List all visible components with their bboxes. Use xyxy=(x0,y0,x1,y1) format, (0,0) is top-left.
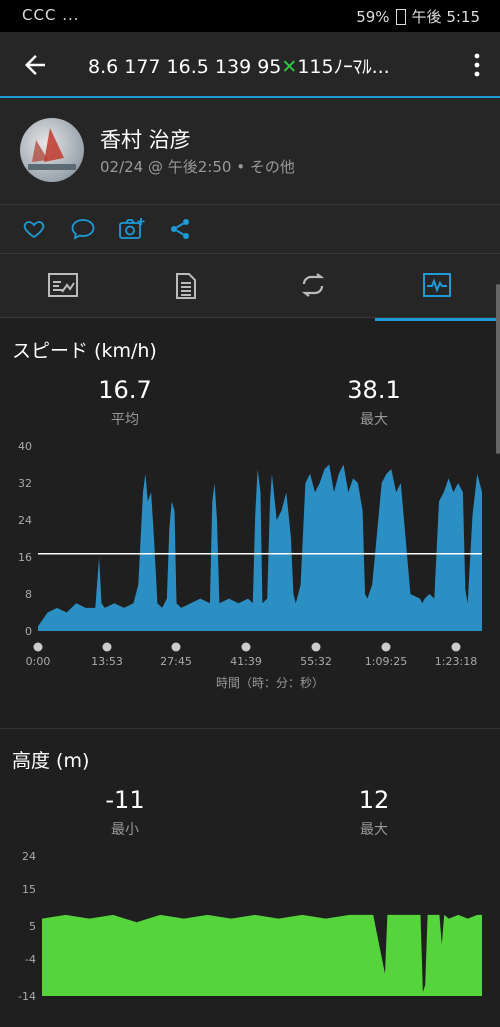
battery-icon xyxy=(395,8,406,25)
speed-area-series xyxy=(38,464,482,631)
speed-x-tick-dot xyxy=(451,642,461,652)
status-bar: ССС ... 59% 午後 5:15 xyxy=(0,0,500,32)
speed-y-tick-label: 16 xyxy=(18,551,32,564)
charts-icon xyxy=(423,273,451,297)
speed-x-tick-label: 13:53 xyxy=(91,655,123,668)
altitude-chart[interactable]: -14 -4 5 15 24 xyxy=(0,846,500,1016)
back-arrow-icon[interactable] xyxy=(20,50,50,80)
speed-x-axis-label: 時間（時：分：秒） xyxy=(216,676,324,690)
speed-max-value: 38.1 xyxy=(347,376,401,404)
speed-max-label: 最大 xyxy=(360,412,388,428)
speed-x-tick-dot xyxy=(33,642,43,652)
speed-x-tick-dot xyxy=(381,642,391,652)
speed-x-tick-label: 1:23:18 xyxy=(435,655,477,668)
altitude-area-series xyxy=(42,914,482,996)
more-vert-icon[interactable] xyxy=(472,50,482,80)
speed-title: スピード (km/h) xyxy=(12,340,157,362)
speed-x-tick-dot xyxy=(241,642,251,652)
title-name: 115ﾉｰﾏﾙ... xyxy=(297,56,390,78)
share-icon[interactable] xyxy=(168,217,192,241)
windsurf-photo-icon xyxy=(28,128,76,170)
status-right: 59% 午後 5:15 xyxy=(356,6,480,27)
laps-loop-icon xyxy=(301,273,325,297)
section-divider xyxy=(0,728,500,729)
athlete-name[interactable]: 香村 治彦 xyxy=(100,124,191,154)
altitude-max-label: 最大 xyxy=(360,822,388,838)
tab-bar xyxy=(0,254,500,321)
speed-x-tick-dot xyxy=(311,642,321,652)
stats-document-icon xyxy=(176,273,196,299)
speed-x-tick-label: 0:00 xyxy=(26,655,51,668)
altitude-y-tick-label: 5 xyxy=(29,920,36,933)
speed-y-tick-label: 40 xyxy=(18,440,32,453)
speed-avg-value: 16.7 xyxy=(98,376,152,404)
social-bar xyxy=(0,205,500,254)
scrollbar[interactable] xyxy=(496,284,500,454)
app-bar: 8.6 177 16.5 139 95✕115ﾉｰﾏﾙ... xyxy=(0,32,500,98)
status-time: 午後 5:15 xyxy=(411,8,480,26)
altitude-min-value: -11 xyxy=(105,786,145,814)
tab-laps[interactable] xyxy=(250,254,375,318)
altitude-min-label: 最小 xyxy=(111,822,139,838)
like-heart-icon[interactable] xyxy=(22,217,46,241)
activity-header: 香村 治彦 02/24 @ 午後2:50 • その他 xyxy=(0,98,500,205)
altitude-y-tick-label: -14 xyxy=(18,990,36,1003)
tab-charts[interactable] xyxy=(375,254,500,321)
comment-icon[interactable] xyxy=(70,217,96,241)
speed-x-tick-dot xyxy=(171,642,181,652)
speed-avg-label: 平均 xyxy=(111,412,139,428)
speed-x-tick-label: 1:09:25 xyxy=(365,655,407,668)
speed-x-tick-label: 55:32 xyxy=(300,655,332,668)
altitude-y-tick-label: 15 xyxy=(22,883,36,896)
title-metrics: 8.6 177 16.5 139 95 xyxy=(88,56,282,78)
avatar[interactable] xyxy=(20,118,84,182)
speed-y-tick-label: 32 xyxy=(18,477,32,490)
overview-icon xyxy=(48,273,78,297)
activity-meta: 02/24 @ 午後2:50 • その他 xyxy=(100,158,295,176)
speed-x-tick-label: 41:39 xyxy=(230,655,262,668)
speed-y-tick-label: 0 xyxy=(25,625,32,638)
speed-chart[interactable]: 0 8 16 24 32 40 0:00 13:53 27:45 41:39 55:32 1:09:2… xyxy=(0,436,500,706)
speed-x-tick-dot xyxy=(102,642,112,652)
altitude-y-tick-label: 24 xyxy=(22,850,36,863)
battery-percent: 59% xyxy=(356,7,390,26)
title-mark: ✕ xyxy=(281,56,298,78)
speed-x-tick-label: 27:45 xyxy=(160,655,192,668)
altitude-max-value: 12 xyxy=(358,786,390,814)
tab-stats[interactable] xyxy=(125,254,250,318)
tab-divider xyxy=(0,317,500,318)
speed-y-tick-label: 24 xyxy=(18,514,32,527)
activity-title: 8.6 177 16.5 139 95✕115ﾉｰﾏﾙ... xyxy=(88,52,458,79)
add-photo-icon[interactable] xyxy=(118,217,146,241)
speed-y-tick-label: 8 xyxy=(25,588,32,601)
status-left: ССС ... xyxy=(22,6,80,24)
tab-overview[interactable] xyxy=(0,254,125,318)
altitude-y-tick-label: -4 xyxy=(25,953,36,966)
altitude-title: 高度 (m) xyxy=(12,750,90,772)
